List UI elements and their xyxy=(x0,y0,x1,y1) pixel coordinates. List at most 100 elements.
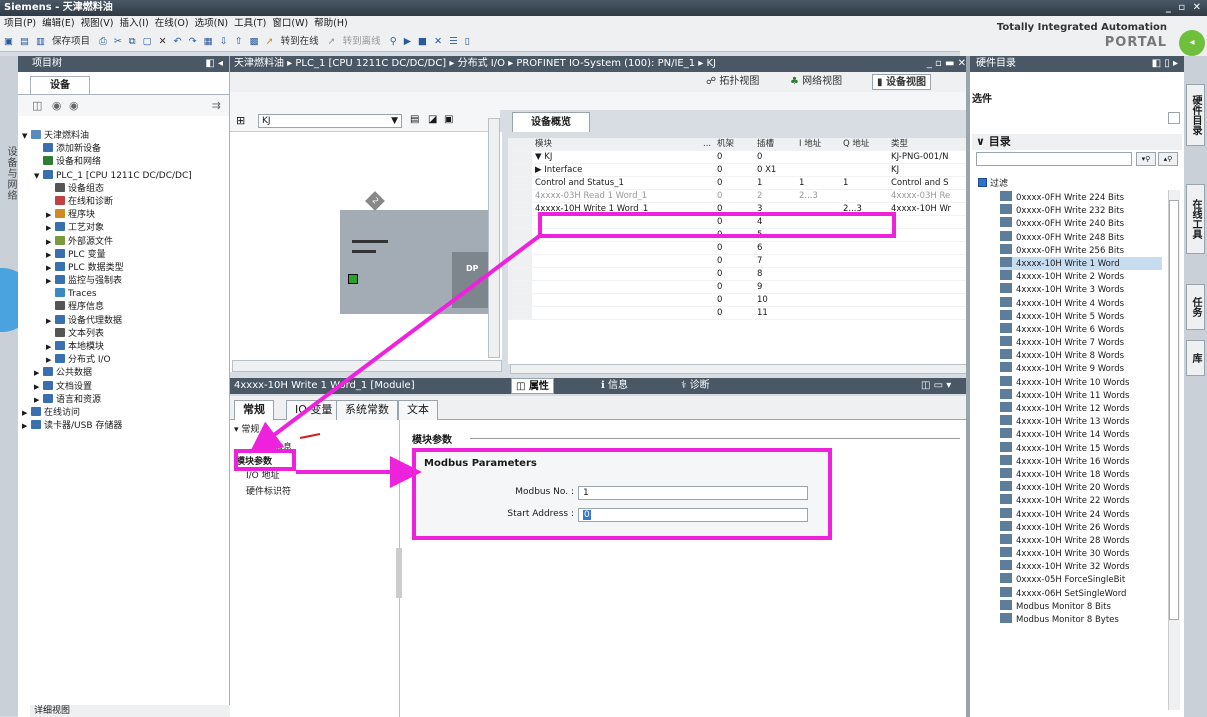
catalog-scroll-thumb[interactable] xyxy=(1169,200,1179,620)
right-tab[interactable]: 库 xyxy=(1186,340,1205,376)
catalog-item[interactable]: 4xxxx-10H Write 8 Words xyxy=(1000,349,1162,362)
tree-item[interactable]: 在线和诊断 xyxy=(18,195,229,209)
shortcut-icon[interactable]: ⇉ xyxy=(212,95,221,117)
devices-networks-tab[interactable]: 设备与网络 xyxy=(3,146,18,201)
tree-item[interactable]: 文本列表 xyxy=(18,327,229,341)
catalog-item[interactable]: 4xxxx-10H Write 28 Words xyxy=(1000,533,1162,547)
table-row[interactable]: ▶ Interface 0 0 X1 KJ xyxy=(508,163,970,178)
tree-item[interactable]: ▶ 程序块 xyxy=(18,209,229,222)
tab-device-overview[interactable]: 设备概览 xyxy=(512,112,590,132)
catalog-item[interactable]: 4xxxx-10H Write 13 Words xyxy=(1000,415,1162,428)
column-header[interactable]: 插槽 xyxy=(754,138,796,152)
tree-item[interactable]: ▶ 读卡器/USB 存储器 xyxy=(18,420,229,433)
menu-item-0[interactable]: 项目(P) xyxy=(4,18,36,29)
catalog-search-input[interactable] xyxy=(976,152,1132,166)
simulation-icon[interactable]: ▩ xyxy=(250,32,259,52)
tree-item[interactable]: 程序信息 xyxy=(18,301,229,314)
go-offline-icon[interactable]: ➚ xyxy=(328,32,336,52)
catalog-item[interactable]: 4xxxx-10H Write 24 Words xyxy=(1000,507,1162,521)
catalog-item[interactable]: 0xxxx-0FH Write 232 Bits xyxy=(1000,204,1162,217)
tree-expander-icon[interactable]: ▶ xyxy=(34,381,43,394)
column-header[interactable] xyxy=(508,138,532,152)
tree-item[interactable]: ▼ PLC_1 [CPU 1211C DC/DC/DC] xyxy=(18,169,229,183)
nav-item[interactable]: 硬件标识符 xyxy=(246,484,291,497)
go-online-icon[interactable]: ➚ xyxy=(266,32,274,52)
catalog-item[interactable]: 4xxxx-10H Write 20 Words xyxy=(1000,481,1162,494)
tree-expander-icon[interactable]: ▶ xyxy=(34,394,43,407)
accessible-devices-icon[interactable]: ⚲ xyxy=(390,32,397,52)
left-vertical-tab[interactable]: 设备与网络 xyxy=(0,56,18,716)
tree-expander-icon[interactable]: ▶ xyxy=(46,354,55,367)
catalog-item[interactable]: 4xxxx-10H Write 7 Words xyxy=(1000,336,1162,349)
detail-view-bar[interactable]: 详细视图 xyxy=(30,705,230,717)
new-project-icon[interactable]: ▣ xyxy=(4,32,13,52)
menu-item-2[interactable]: 视图(V) xyxy=(81,18,114,29)
catalog-item[interactable]: 4xxxx-06H SetSingleWord xyxy=(1000,586,1162,600)
tree-expander-icon[interactable]: ▶ xyxy=(46,222,55,235)
table-row[interactable]: ▼ KJ 0 0 KJ-PNG-001/N xyxy=(508,150,970,165)
menu-item-7[interactable]: 窗口(W) xyxy=(272,18,308,29)
catalog-item[interactable]: 4xxxx-10H Write 3 Words xyxy=(1000,283,1162,296)
edit-icon[interactable]: ◪ xyxy=(428,114,437,125)
column-header[interactable]: 模块 xyxy=(532,138,700,152)
tree-expander-icon[interactable]: ▶ xyxy=(46,315,55,328)
property-tab[interactable]: 系统常数 xyxy=(336,400,398,420)
undo-icon[interactable]: ↶ xyxy=(174,32,182,52)
catalog-section[interactable]: ∨ 目录 xyxy=(972,134,1182,150)
split-vertical-icon[interactable]: ▯ xyxy=(465,32,470,52)
catalog-item[interactable]: Modbus Monitor 8 Bytes xyxy=(1000,613,1162,626)
page-icon[interactable]: ▣ xyxy=(444,114,453,125)
download-icon[interactable]: ⇩ xyxy=(220,32,228,52)
property-tab[interactable]: 常规 xyxy=(234,400,274,420)
catalog-item[interactable]: 0xxxx-0FH Write 240 Bits xyxy=(1000,217,1162,230)
paste-icon[interactable]: ▢ xyxy=(143,32,152,52)
catalog-item[interactable]: 4xxxx-10H Write 10 Words xyxy=(1000,375,1162,389)
catalog-item[interactable]: 4xxxx-10H Write 12 Words xyxy=(1000,402,1162,415)
print-icon[interactable]: ⎙ xyxy=(99,32,107,52)
tree-item[interactable]: ▶ 外部源文件 xyxy=(18,235,229,249)
tree-item[interactable]: ▶ 在线访问 xyxy=(18,406,229,420)
menu-item-6[interactable]: 工具(T) xyxy=(234,18,266,29)
tree-expander-icon[interactable]: ▶ xyxy=(22,407,31,420)
right-tab[interactable]: 在线工具 xyxy=(1186,184,1205,254)
table-row[interactable]: 09 xyxy=(508,280,970,295)
menu-item-3[interactable]: 插入(I) xyxy=(120,18,149,29)
tree-expander-icon[interactable]: ▶ xyxy=(46,275,55,288)
window-controls[interactable]: _ ▫ ✕ xyxy=(1166,0,1203,16)
tree-expander-icon[interactable]: ▶ xyxy=(46,236,55,249)
catalog-item[interactable]: 4xxxx-10H Write 16 Words xyxy=(1000,454,1162,468)
back-icon[interactable]: ◉ xyxy=(52,99,62,112)
upload-icon[interactable]: ⇧ xyxy=(235,32,243,52)
table-row[interactable]: 06 xyxy=(508,241,970,256)
tree-expander-icon[interactable]: ▶ xyxy=(22,420,31,433)
zoom-icon[interactable]: ▤ xyxy=(410,114,419,125)
tree-expander-icon[interactable]: ▶ xyxy=(46,249,55,262)
tree-expander-icon[interactable]: ▼ xyxy=(22,130,31,143)
tree-item[interactable]: 设备和网络 xyxy=(18,156,229,169)
show-overview-icon[interactable]: ◫ xyxy=(32,99,42,112)
catalog-item[interactable]: 4xxxx-10H Write 18 Words xyxy=(1000,467,1162,481)
tree-item[interactable]: ▶ 本地模块 xyxy=(18,341,229,354)
tab-devices[interactable]: 设备 xyxy=(30,76,90,94)
tree-item[interactable]: ▶ PLC 变量 xyxy=(18,248,229,262)
catalog-item[interactable]: 4xxxx-10H Write 15 Words xyxy=(1000,441,1162,455)
catalog-item[interactable]: Modbus Monitor 8 Bits xyxy=(1000,599,1162,613)
tree-item[interactable]: 设备组态 xyxy=(18,182,229,196)
tree-expander-icon[interactable]: ▶ xyxy=(46,262,55,275)
inspector-window-controls[interactable]: ◫ ▭ ▾ xyxy=(917,378,955,394)
tree-item[interactable]: ▶ PLC 数据类型 xyxy=(18,261,229,275)
save-icon[interactable]: ▥ xyxy=(36,32,45,52)
catalog-item[interactable]: 4xxxx-10H Write 1 Word xyxy=(1000,256,1162,271)
column-header[interactable]: ... xyxy=(700,138,714,152)
go-offline-button[interactable]: 转到离线 xyxy=(343,36,381,47)
overview-horizontal-scrollbar[interactable] xyxy=(510,364,968,374)
catalog-item[interactable]: 4xxxx-10H Write 4 Words xyxy=(1000,296,1162,310)
catalog-item[interactable]: 4xxxx-10H Write 14 Words xyxy=(1000,428,1162,441)
portal-view-icon[interactable]: ◂ xyxy=(1179,30,1205,56)
tab-device-view[interactable]: ▮ 设备视图 xyxy=(872,74,931,90)
tree-item[interactable]: 添加新设备 xyxy=(18,143,229,156)
catalog-item[interactable]: 0xxxx-0FH Write 224 Bits xyxy=(1000,191,1162,204)
filter-checkbox[interactable]: 过滤 xyxy=(978,176,1008,189)
catalog-item[interactable]: 4xxxx-10H Write 11 Words xyxy=(1000,388,1162,402)
search-down-icon[interactable]: ▾⚲ xyxy=(1136,152,1156,166)
